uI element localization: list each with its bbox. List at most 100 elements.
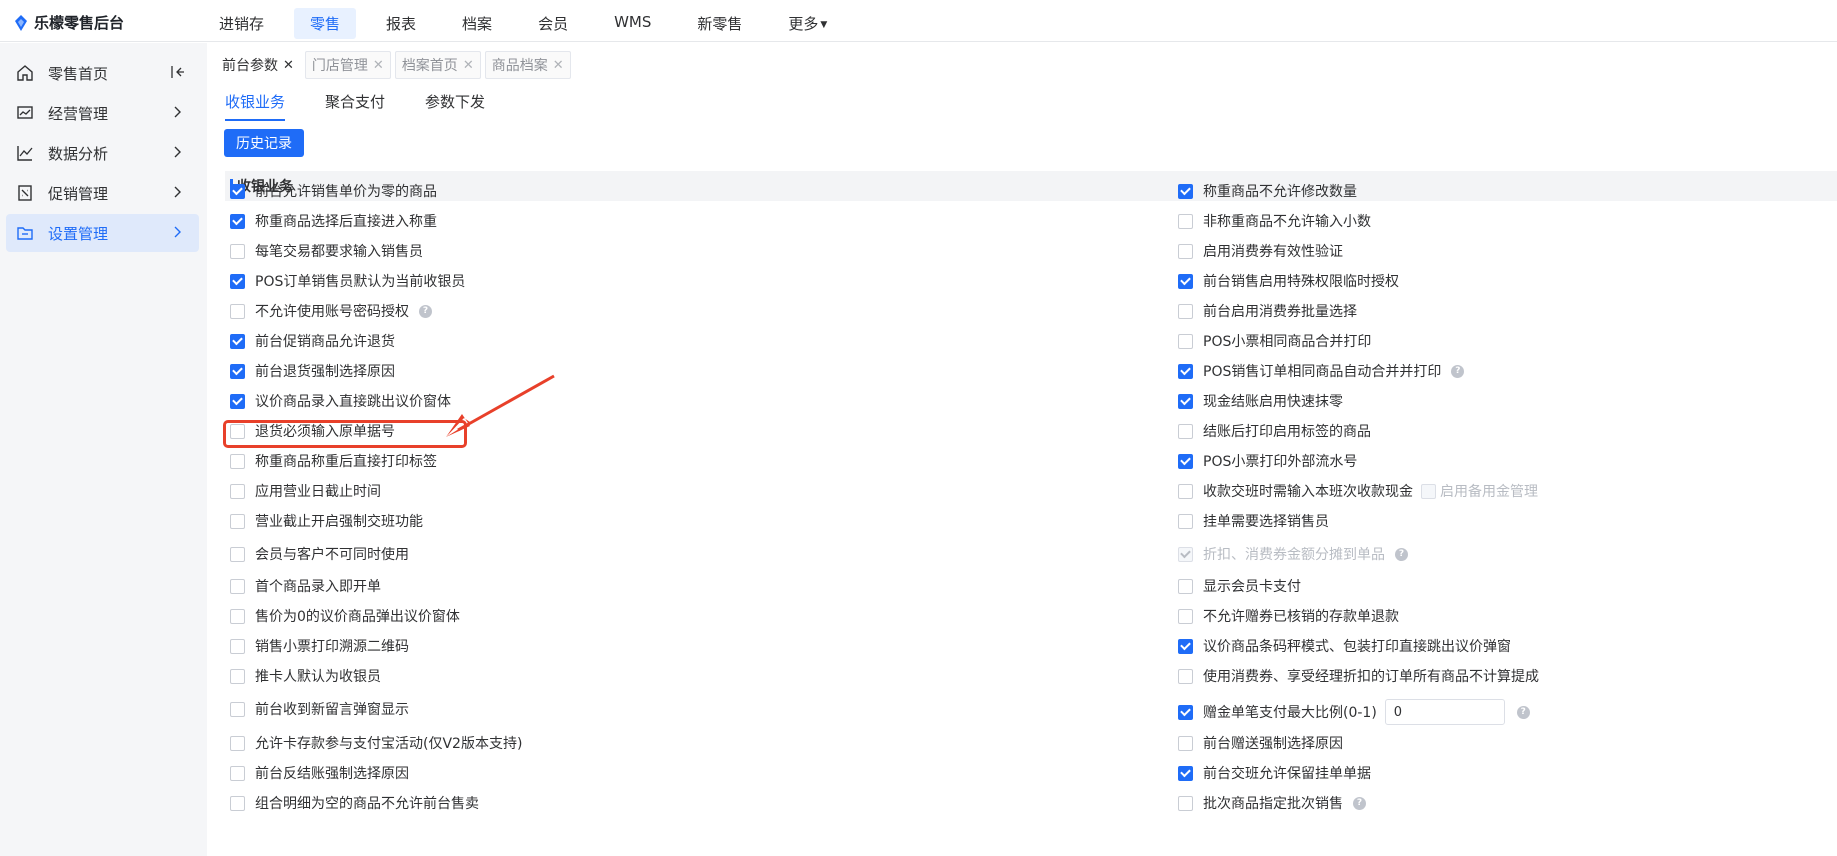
checkbox[interactable] [1178,423,1193,439]
collapse-sidebar-icon[interactable] [169,64,185,80]
option-checkbox-row[interactable]: 前台允许销售单价为零的商品 [230,181,437,201]
checkbox[interactable] [1178,765,1193,781]
option-checkbox-row[interactable]: 赠金单笔支付最大比例(0-1)? [1178,699,1530,725]
close-icon[interactable]: ✕ [373,58,384,73]
option-checkbox-row[interactable]: 允许卡存款参与支付宝活动(仅V2版本支持) [230,733,522,753]
option-checkbox-row[interactable]: 启用消费券有效性验证 [1178,241,1343,261]
option-checkbox-row[interactable]: 挂单需要选择销售员 [1178,511,1329,531]
top-nav-item[interactable]: 会员 [522,8,584,39]
checkbox[interactable] [230,393,245,409]
option-checkbox-row[interactable]: 现金结账启用快速抹零 [1178,391,1343,411]
ratio-input[interactable] [1384,699,1505,725]
checkbox[interactable] [1178,668,1193,684]
option-checkbox-row[interactable]: POS小票打印外部流水号 [1178,451,1357,471]
checkbox[interactable] [230,765,245,781]
option-checkbox-row[interactable]: 批次商品指定批次销售? [1178,793,1366,813]
option-checkbox-row[interactable]: POS订单销售员默认为当前收银员 [230,271,465,291]
sidebar-item-promotion[interactable]: 促销管理 [6,174,199,212]
page-tab[interactable]: 商品档案 ✕ [484,51,571,79]
top-nav-item[interactable]: 进销存 [203,8,280,39]
option-checkbox-row[interactable]: 议价商品条码秤模式、包装打印直接跳出议价弹窗 [1178,636,1511,656]
checkbox[interactable] [1178,704,1193,720]
checkbox[interactable] [230,303,245,319]
checkbox[interactable] [230,273,245,289]
option-checkbox-row[interactable]: 前台交班允许保留挂单单据 [1178,763,1371,783]
option-checkbox-row[interactable]: 首个商品录入即开单 [230,576,381,596]
page-tab[interactable]: 档案首页 ✕ [394,51,481,79]
help-icon[interactable]: ? [1516,705,1530,719]
option-checkbox-row[interactable]: 结账后打印启用标签的商品 [1178,421,1371,441]
option-checkbox-row[interactable]: 前台促销商品允许退货 [230,331,395,351]
checkbox[interactable] [230,513,245,529]
option-checkbox-row[interactable]: 不允许赠券已核销的存款单退款 [1178,606,1399,626]
option-checkbox-row[interactable]: 销售小票打印溯源二维码 [230,636,409,656]
option-checkbox-row[interactable]: 议价商品录入直接跳出议价窗体 [230,391,451,411]
option-checkbox-row[interactable]: 前台反结账强制选择原因 [230,763,409,783]
checkbox[interactable] [230,638,245,654]
checkbox[interactable] [230,546,245,562]
top-nav-item[interactable]: WMS [598,8,667,39]
option-checkbox-row[interactable]: 使用消费券、享受经理折扣的订单所有商品不计算提成 [1178,666,1539,686]
checkbox[interactable] [1178,393,1193,409]
help-icon[interactable]: ? [419,304,432,318]
option-checkbox-row[interactable]: 售价为0的议价商品弹出议价窗体 [230,606,460,626]
checkbox[interactable] [230,333,245,349]
checkbox[interactable] [230,608,245,624]
top-nav-item[interactable]: 报表 [370,8,432,39]
option-checkbox-row[interactable]: 前台收到新留言弹窗显示 [230,699,409,719]
option-checkbox-row[interactable]: 应用营业日截止时间 [230,481,381,501]
option-checkbox-row[interactable]: 非称重商品不允许输入小数 [1178,211,1371,231]
sidebar-item-operations[interactable]: 经营管理 [6,94,199,132]
option-checkbox-row[interactable]: 会员与客户不可同时使用 [230,544,409,564]
help-icon[interactable]: ? [1451,364,1465,378]
sub-tab[interactable]: 聚合支付 [325,91,385,121]
option-checkbox-row[interactable]: 称重商品称重后直接打印标签 [230,451,437,471]
option-checkbox-row[interactable]: 前台启用消费券批量选择 [1178,301,1357,321]
checkbox[interactable] [230,701,245,717]
top-nav-item[interactable]: 新零售 [681,8,758,39]
option-checkbox-row[interactable]: 称重商品不允许修改数量 [1178,181,1357,201]
checkbox[interactable] [230,453,245,469]
sidebar-item-data-analysis[interactable]: 数据分析 [6,134,199,172]
checkbox[interactable] [1178,363,1193,379]
option-checkbox-row[interactable]: 前台赠送强制选择原因 [1178,733,1343,753]
checkbox[interactable] [1178,303,1193,319]
close-icon[interactable]: ✕ [553,58,564,73]
close-icon[interactable]: ✕ [463,58,474,73]
top-nav-item[interactable]: 零售 [294,8,357,39]
help-icon[interactable]: ? [1395,547,1408,561]
page-tab[interactable]: 门店管理 ✕ [304,51,391,79]
help-icon[interactable]: ? [1353,796,1366,810]
brand[interactable]: 乐檬零售后台 [14,12,124,33]
checkbox[interactable] [230,213,245,229]
option-checkbox-row[interactable]: 称重商品选择后直接进入称重 [230,211,437,231]
history-records-button[interactable]: 历史记录 [224,129,304,157]
sidebar-item-retail-home[interactable]: 零售首页 [6,54,199,92]
page-tab[interactable]: 前台参数 ✕ [215,51,301,79]
option-checkbox-row[interactable]: 前台销售启用特殊权限临时授权 [1178,271,1399,291]
checkbox[interactable] [1178,483,1193,499]
checkbox[interactable] [230,735,245,751]
checkbox[interactable] [1178,638,1193,654]
checkbox[interactable] [230,578,245,594]
sub-tab[interactable]: 参数下发 [425,91,485,121]
checkbox[interactable] [1178,578,1193,594]
checkbox[interactable] [1178,608,1193,624]
checkbox[interactable] [1178,333,1193,349]
checkbox[interactable] [1178,453,1193,469]
option-checkbox-row[interactable]: 显示会员卡支付 [1178,576,1301,596]
checkbox[interactable] [230,243,245,259]
checkbox[interactable] [230,795,245,811]
checkbox[interactable] [230,483,245,499]
checkbox[interactable] [1178,183,1193,199]
option-checkbox-row[interactable]: 组合明细为空的商品不允许前台售卖 [230,793,479,813]
close-icon[interactable]: ✕ [283,58,294,73]
option-checkbox-row[interactable]: 不允许使用账号密码授权? [230,301,432,321]
option-checkbox-row[interactable]: 前台退货强制选择原因 [230,361,395,381]
option-checkbox-row[interactable]: 推卡人默认为收银员 [230,666,381,686]
sub-tab[interactable]: 收银业务 [225,91,286,121]
checkbox[interactable] [1178,213,1193,229]
checkbox[interactable] [1178,273,1193,289]
checkbox[interactable] [230,668,245,684]
checkbox[interactable] [1178,243,1193,259]
